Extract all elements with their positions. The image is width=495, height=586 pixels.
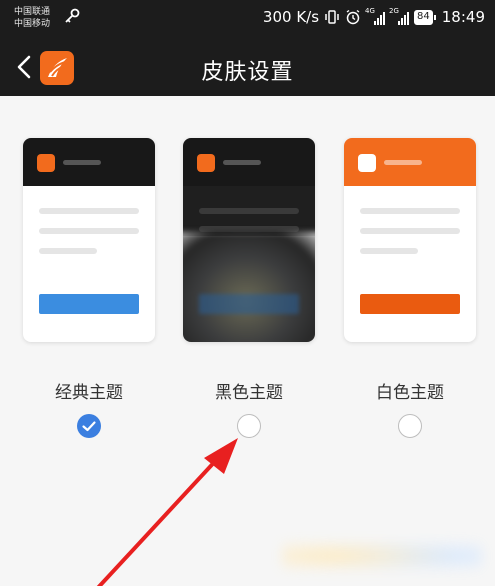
signal-tag-4g: 4G — [365, 6, 375, 15]
title-bar: 皮肤设置 — [0, 38, 495, 96]
theme-preview-classic[interactable] — [23, 138, 155, 342]
battery-icon: 84 — [414, 9, 436, 25]
blurred-watermark — [282, 536, 482, 576]
theme-preview-white[interactable] — [344, 138, 476, 342]
vibrate-icon — [325, 10, 339, 24]
theme-label-classic[interactable]: 经典主题 — [23, 378, 155, 403]
theme-settings: 经典主题 黑色主题 白色主题 — [0, 96, 495, 586]
radio-white[interactable] — [398, 414, 422, 438]
theme-label-black[interactable]: 黑色主题 — [183, 378, 315, 403]
preview-button — [39, 294, 139, 314]
carrier-2: 中国移动 — [14, 19, 51, 29]
preview-header — [183, 138, 315, 186]
radio-classic[interactable] — [77, 414, 101, 438]
carrier-1: 中国联通 — [14, 7, 51, 17]
carrier-info: 中国联通 中国移动 — [14, 6, 50, 30]
signal-tag-2g: 2G — [389, 6, 399, 15]
key-icon — [65, 8, 80, 23]
status-bar: 中国联通 中国移动 300 K/s 4G 2G 84 18:49 — [0, 0, 495, 38]
annotation-arrow-icon — [96, 438, 238, 586]
app-logo-icon — [358, 154, 376, 172]
signal-icon-2: 2G — [389, 6, 410, 25]
theme-preview-black[interactable] — [183, 138, 315, 342]
preview-button — [199, 294, 299, 314]
alarm-icon — [346, 9, 360, 25]
check-icon — [82, 421, 96, 432]
clock: 18:49 — [441, 8, 485, 26]
page-title: 皮肤设置 — [201, 60, 294, 85]
status-indicators: 300 K/s 4G 2G 84 18:49 — [262, 6, 485, 27]
app-logo-icon — [197, 154, 215, 172]
preview-header — [344, 138, 476, 186]
preview-header — [23, 138, 155, 186]
radio-black[interactable] — [237, 414, 261, 438]
network-speed: 300 K/s — [262, 8, 320, 26]
signal-icon: 4G — [365, 6, 386, 25]
blurred-region — [183, 232, 315, 342]
preview-button — [360, 294, 460, 314]
theme-label-white[interactable]: 白色主题 — [344, 378, 476, 403]
app-logo-icon — [37, 154, 55, 172]
